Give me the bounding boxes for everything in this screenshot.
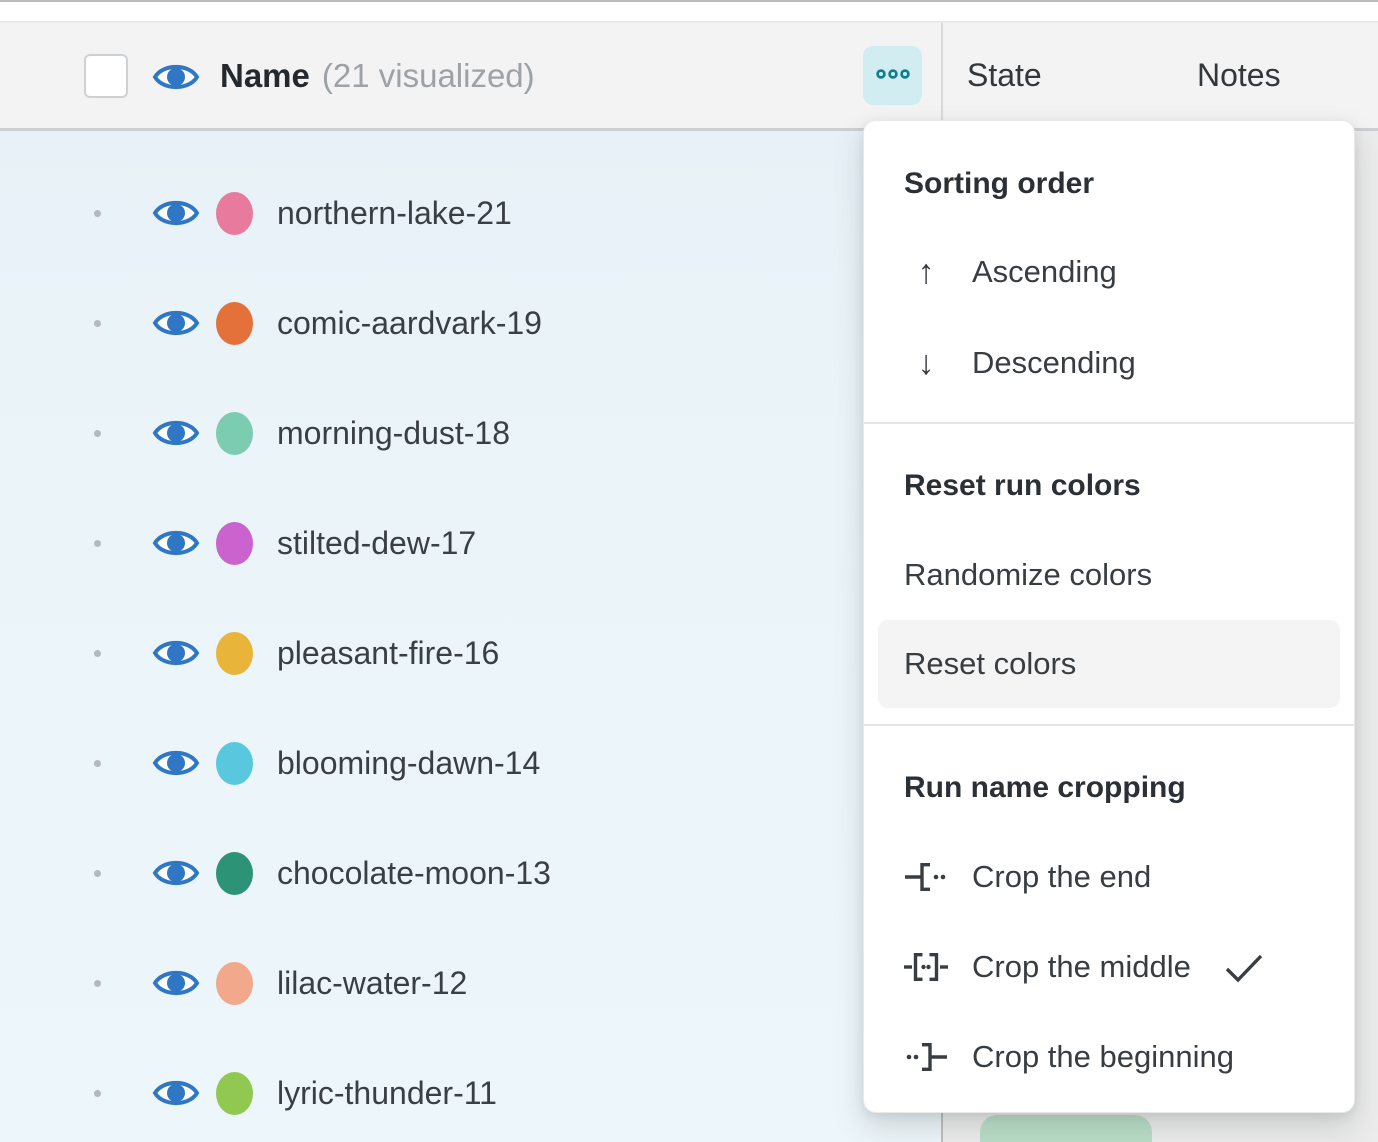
run-row[interactable]: morning-dust-18: [0, 378, 941, 488]
check-icon: [1221, 949, 1267, 985]
run-color-dot[interactable]: [216, 192, 253, 235]
run-settings-kebab-button[interactable]: [863, 46, 922, 105]
menu-item-label: Crop the end: [972, 859, 1151, 895]
crop-beginning-icon: [904, 1035, 948, 1079]
drag-handle-dot[interactable]: [94, 320, 101, 327]
run-color-dot[interactable]: [216, 1072, 253, 1115]
sorting-order-heading: Sorting order: [904, 161, 1094, 207]
reset-run-colors-heading: Reset run colors: [904, 463, 1141, 509]
menu-item-ascending[interactable]: ↑ Ascending: [904, 249, 1117, 295]
run-list: northern-lake-21 comic-aardvark-19 morni…: [0, 158, 941, 1142]
run-name: stilted-dew-17: [277, 525, 476, 562]
run-row[interactable]: pleasant-fire-16: [0, 598, 941, 708]
visibility-eye-icon[interactable]: [152, 193, 200, 233]
arrow-down-icon: ↓: [904, 341, 948, 385]
run-row[interactable]: northern-lake-21: [0, 158, 941, 268]
table-header: Name (21 visualized) State Notes: [0, 23, 1378, 131]
run-row[interactable]: comic-aardvark-19: [0, 268, 941, 378]
run-row[interactable]: stilted-dew-17: [0, 488, 941, 598]
run-color-dot[interactable]: [216, 852, 253, 895]
menu-item-descending[interactable]: ↓ Descending: [904, 340, 1136, 386]
drag-handle-dot[interactable]: [94, 870, 101, 877]
visualized-count: (21 visualized): [322, 57, 535, 95]
run-row[interactable]: blooming-dawn-14: [0, 708, 941, 818]
name-column-header[interactable]: Name (21 visualized): [220, 23, 535, 128]
visibility-eye-icon[interactable]: [152, 633, 200, 673]
run-settings-menu: Sorting order ↑ Ascending ↓ Descending R…: [863, 120, 1355, 1113]
menu-divider: [864, 422, 1354, 424]
visibility-eye-icon[interactable]: [152, 853, 200, 893]
run-name: lyric-thunder-11: [277, 1075, 497, 1112]
run-color-dot[interactable]: [216, 522, 253, 565]
visibility-eye-icon[interactable]: [152, 743, 200, 783]
menu-item-randomize-colors[interactable]: Randomize colors: [904, 552, 1152, 598]
column-divider: [941, 23, 943, 128]
visibility-eye-icon[interactable]: [152, 523, 200, 563]
run-name: chocolate-moon-13: [277, 855, 551, 892]
name-column-label: Name: [220, 57, 310, 95]
runs-table-panel: Name (21 visualized) State Notes: [0, 0, 1378, 1142]
select-all-checkbox[interactable]: [84, 54, 128, 98]
arrow-up-icon: ↑: [904, 250, 948, 294]
menu-divider: [864, 724, 1354, 726]
drag-handle-dot[interactable]: [94, 980, 101, 987]
run-color-dot[interactable]: [216, 302, 253, 345]
visibility-eye-icon[interactable]: [152, 963, 200, 1003]
run-color-dot[interactable]: [216, 742, 253, 785]
state-column-header[interactable]: State: [967, 23, 1042, 128]
visibility-eye-icon[interactable]: [152, 1073, 200, 1113]
drag-handle-dot[interactable]: [94, 430, 101, 437]
menu-item-label: Ascending: [972, 254, 1117, 290]
menu-item-crop-the-middle[interactable]: Crop the middle: [904, 944, 1267, 990]
run-state-badge: [980, 1115, 1152, 1142]
run-name: morning-dust-18: [277, 415, 510, 452]
visibility-eye-icon[interactable]: [152, 57, 200, 97]
drag-handle-dot[interactable]: [94, 540, 101, 547]
notes-column-header[interactable]: Notes: [1197, 23, 1281, 128]
run-row[interactable]: lyric-thunder-11: [0, 1038, 941, 1142]
drag-handle-dot[interactable]: [94, 760, 101, 767]
drag-handle-dot[interactable]: [94, 650, 101, 657]
menu-item-label: Crop the middle: [972, 949, 1191, 985]
kebab-menu-icon: [873, 66, 913, 85]
menu-item-label: Descending: [972, 345, 1136, 381]
run-name: comic-aardvark-19: [277, 305, 542, 342]
menu-item-crop-the-end[interactable]: Crop the end: [904, 854, 1151, 900]
visibility-eye-icon[interactable]: [152, 303, 200, 343]
run-row[interactable]: lilac-water-12: [0, 928, 941, 1038]
menu-item-label: Reset colors: [904, 646, 1076, 682]
run-color-dot[interactable]: [216, 632, 253, 675]
run-name: blooming-dawn-14: [277, 745, 540, 782]
crop-end-icon: [904, 855, 948, 899]
crop-middle-icon: [904, 945, 948, 989]
drag-handle-dot[interactable]: [94, 210, 101, 217]
run-name: pleasant-fire-16: [277, 635, 499, 672]
run-color-dot[interactable]: [216, 962, 253, 1005]
run-name: northern-lake-21: [277, 195, 512, 232]
run-name: lilac-water-12: [277, 965, 467, 1002]
menu-item-crop-the-beginning[interactable]: Crop the beginning: [904, 1034, 1234, 1080]
menu-item-reset-colors[interactable]: Reset colors: [878, 620, 1340, 708]
run-row[interactable]: chocolate-moon-13: [0, 818, 941, 928]
menu-item-label: Crop the beginning: [972, 1039, 1234, 1075]
visibility-eye-icon[interactable]: [152, 413, 200, 453]
run-name-cropping-heading: Run name cropping: [904, 765, 1186, 811]
drag-handle-dot[interactable]: [94, 1090, 101, 1097]
top-strip: [0, 0, 1378, 22]
run-color-dot[interactable]: [216, 412, 253, 455]
